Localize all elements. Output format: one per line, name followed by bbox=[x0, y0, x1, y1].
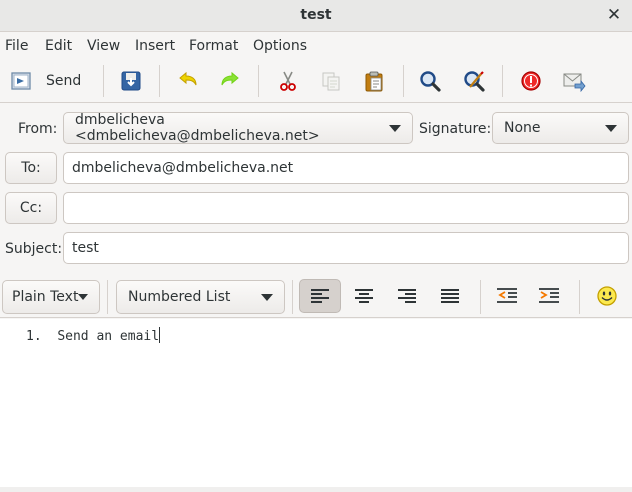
subject-field[interactable]: test bbox=[63, 232, 629, 264]
redo-button[interactable] bbox=[216, 66, 244, 96]
menu-insert[interactable]: Insert bbox=[135, 38, 175, 54]
to-value: dmbelicheva@dmbelicheva.net bbox=[72, 160, 294, 176]
toolbar-separator bbox=[502, 65, 503, 97]
priority-button[interactable] bbox=[517, 66, 545, 96]
menu-format[interactable]: Format bbox=[189, 38, 238, 54]
subject-label: Subject: bbox=[5, 241, 63, 257]
send-button[interactable]: Send bbox=[10, 66, 84, 96]
signature-select[interactable]: None bbox=[492, 112, 629, 144]
subject-value: test bbox=[72, 240, 99, 256]
close-icon[interactable]: ✕ bbox=[604, 4, 624, 26]
menu-options[interactable]: Options bbox=[253, 38, 307, 54]
toolbar-separator bbox=[159, 65, 160, 97]
justify-button[interactable] bbox=[429, 279, 471, 313]
list-item: 1. Send an email bbox=[26, 327, 161, 344]
indent-icon bbox=[539, 288, 559, 303]
cut-icon bbox=[280, 71, 296, 91]
align-center-button[interactable] bbox=[343, 279, 385, 313]
to-field[interactable]: dmbelicheva@dmbelicheva.net bbox=[63, 152, 629, 184]
from-account-select[interactable]: dmbelicheva <dmbelicheva@dmbelicheva.net… bbox=[63, 112, 413, 144]
cc-button[interactable]: Cc: bbox=[5, 192, 57, 224]
align-left-button[interactable] bbox=[299, 279, 341, 313]
paste-button[interactable] bbox=[360, 66, 388, 96]
list-item-text: Send an email bbox=[57, 329, 160, 344]
save-icon bbox=[121, 71, 141, 91]
copy-button[interactable] bbox=[317, 66, 345, 96]
chevron-down-icon bbox=[389, 125, 401, 132]
paragraph-style-value: Numbered List bbox=[128, 289, 231, 305]
toolbar-separator bbox=[480, 280, 481, 314]
toolbar-separator bbox=[107, 280, 108, 314]
align-right-button[interactable] bbox=[386, 279, 428, 313]
align-right-icon bbox=[398, 289, 416, 303]
signature-label: Signature: bbox=[419, 121, 492, 137]
to-button[interactable]: To: bbox=[5, 152, 57, 184]
indent-button[interactable] bbox=[528, 279, 570, 313]
cc-label: Cc: bbox=[19, 200, 43, 216]
request-receipt-button[interactable] bbox=[560, 66, 588, 96]
align-left-icon bbox=[311, 289, 329, 303]
insert-emoticon-button[interactable] bbox=[590, 279, 624, 313]
toolbar-separator bbox=[292, 280, 293, 314]
toolbar-separator bbox=[258, 65, 259, 97]
chevron-down-icon bbox=[605, 125, 617, 132]
smiley-icon bbox=[597, 286, 617, 306]
toolbar: Send bbox=[0, 59, 632, 103]
window-bottom-edge bbox=[0, 487, 632, 492]
cut-button[interactable] bbox=[274, 66, 302, 96]
redo-icon bbox=[221, 71, 239, 86]
message-headers: From: dmbelicheva <dmbelicheva@dmbeliche… bbox=[0, 104, 632, 276]
menu-view[interactable]: View bbox=[87, 38, 120, 54]
from-value: dmbelicheva <dmbelicheva@dmbelicheva.net… bbox=[75, 112, 320, 144]
toolbar-separator bbox=[579, 280, 580, 314]
list-marker: 1. bbox=[26, 329, 42, 344]
window-title: test bbox=[300, 7, 332, 23]
unindent-button[interactable] bbox=[486, 279, 528, 313]
title-bar: test ✕ bbox=[0, 0, 632, 32]
find-button[interactable] bbox=[416, 66, 444, 96]
signature-value: None bbox=[504, 120, 541, 136]
save-draft-button[interactable] bbox=[117, 66, 145, 96]
copy-icon bbox=[322, 72, 340, 91]
menu-file[interactable]: File bbox=[5, 38, 28, 54]
from-label: From: bbox=[18, 121, 58, 137]
undo-icon bbox=[179, 71, 197, 86]
menu-edit[interactable]: Edit bbox=[45, 38, 72, 54]
align-justify-icon bbox=[441, 289, 459, 303]
message-body-editor[interactable]: 1. Send an email bbox=[0, 319, 632, 487]
toolbar-separator bbox=[403, 65, 404, 97]
editor-mode-select[interactable]: Plain Text bbox=[2, 280, 100, 314]
toolbar-separator bbox=[103, 65, 104, 97]
chevron-down-icon bbox=[78, 294, 88, 300]
text-caret bbox=[159, 327, 161, 343]
cc-field[interactable] bbox=[63, 192, 629, 224]
align-center-icon bbox=[355, 289, 373, 303]
find-replace-button[interactable] bbox=[460, 66, 488, 96]
send-label: Send bbox=[46, 73, 82, 89]
paste-icon bbox=[365, 71, 383, 92]
editor-mode-value: Plain Text bbox=[12, 289, 79, 305]
chevron-down-icon bbox=[261, 294, 273, 301]
send-icon bbox=[11, 72, 31, 90]
format-toolbar: Plain Text Numbered List bbox=[0, 276, 632, 318]
undo-button[interactable] bbox=[174, 66, 202, 96]
find-replace-icon bbox=[464, 71, 485, 92]
to-label: To: bbox=[21, 160, 41, 176]
menu-bar: File Edit View Insert Format Options bbox=[0, 33, 632, 59]
unindent-icon bbox=[497, 288, 517, 303]
priority-icon bbox=[521, 71, 541, 91]
mail-receipt-icon bbox=[563, 73, 586, 92]
paragraph-style-select[interactable]: Numbered List bbox=[116, 280, 285, 314]
search-icon bbox=[420, 71, 441, 92]
